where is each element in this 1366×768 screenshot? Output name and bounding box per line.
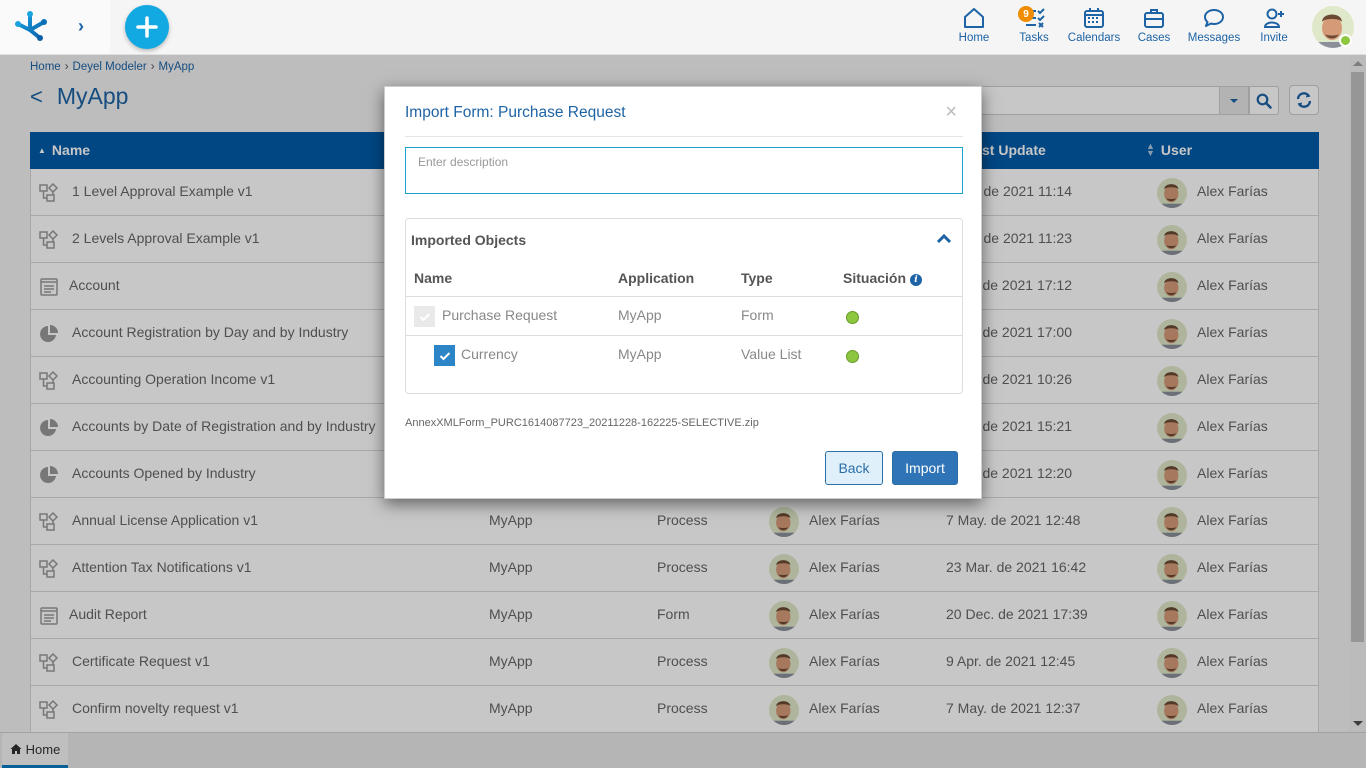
dialog-divider	[405, 136, 963, 137]
col-situacion: Situación i	[843, 270, 923, 286]
user-online-status	[1339, 34, 1352, 47]
checkmark-icon	[419, 312, 430, 321]
object-application: MyApp	[618, 346, 662, 362]
top-nav: Home 9 Tasks Calendars Cases Messages In…	[944, 6, 1304, 44]
dialog-title: Import Form: Purchase Request	[405, 104, 626, 121]
close-icon[interactable]: ×	[945, 101, 957, 124]
imported-object-row: Purchase Request MyApp Form	[406, 297, 962, 336]
imported-objects-header: Name Application Type Situación i	[406, 268, 962, 297]
nav-calendars-label: Calendars	[1067, 32, 1121, 44]
deyel-logo-icon[interactable]	[14, 10, 50, 42]
nav-invite-label: Invite	[1260, 32, 1288, 44]
object-type: Form	[741, 307, 774, 323]
nav-tasks-label: Tasks	[1019, 32, 1049, 44]
import-form-dialog: Import Form: Purchase Request × Imported…	[384, 86, 982, 499]
status-ok-indicator	[846, 350, 859, 363]
object-application: MyApp	[618, 307, 662, 323]
object-checkbox[interactable]	[434, 345, 455, 366]
import-button[interactable]: Import	[892, 451, 958, 485]
expand-menu-chevron-icon[interactable]: ›	[78, 16, 92, 36]
info-icon[interactable]: i	[910, 274, 923, 286]
nav-cases[interactable]: Cases	[1124, 6, 1184, 44]
chat-bubble-icon	[1204, 9, 1224, 27]
nav-calendars[interactable]: Calendars	[1064, 6, 1124, 44]
nav-home-label: Home	[958, 32, 990, 44]
imported-objects-panel: Imported Objects Name Application Type S…	[405, 218, 963, 394]
back-button[interactable]: Back	[825, 451, 883, 485]
home-icon	[964, 8, 984, 28]
nav-home[interactable]: Home	[944, 6, 1004, 44]
add-new-button[interactable]	[125, 5, 169, 49]
col-type: Type	[741, 270, 773, 286]
checkmark-icon	[439, 351, 450, 360]
object-type: Value List	[741, 346, 802, 362]
col-application: Application	[618, 270, 695, 286]
nav-tasks[interactable]: 9 Tasks	[1004, 6, 1064, 44]
nav-invite[interactable]: Invite	[1244, 6, 1304, 44]
nav-cases-label: Cases	[1137, 32, 1171, 44]
tasks-count-badge: 9	[1018, 6, 1034, 22]
import-file-name: AnnexXMLForm_PURC1614087723_20211228-162…	[405, 417, 759, 429]
nav-messages-label: Messages	[1187, 32, 1241, 44]
col-situacion-label: Situación	[843, 270, 907, 286]
collapse-chevron-up-icon[interactable]	[936, 232, 952, 246]
imported-objects-title: Imported Objects	[411, 232, 527, 248]
plus-icon	[136, 16, 158, 38]
imported-object-row: Currency MyApp Value List	[406, 336, 962, 375]
calendar-icon	[1084, 8, 1104, 28]
nav-messages[interactable]: Messages	[1184, 6, 1244, 44]
briefcase-icon	[1144, 9, 1164, 28]
top-bar: › Home 9 Tasks Calendars Cases Messages …	[0, 0, 1366, 55]
col-name: Name	[414, 270, 453, 286]
status-ok-indicator	[846, 311, 859, 324]
object-checkbox-disabled	[414, 306, 435, 327]
add-user-icon	[1263, 8, 1284, 28]
description-input[interactable]	[405, 147, 963, 194]
logo-area: ›	[0, 0, 110, 54]
object-name: Currency	[461, 346, 518, 362]
object-name: Purchase Request	[442, 307, 558, 323]
